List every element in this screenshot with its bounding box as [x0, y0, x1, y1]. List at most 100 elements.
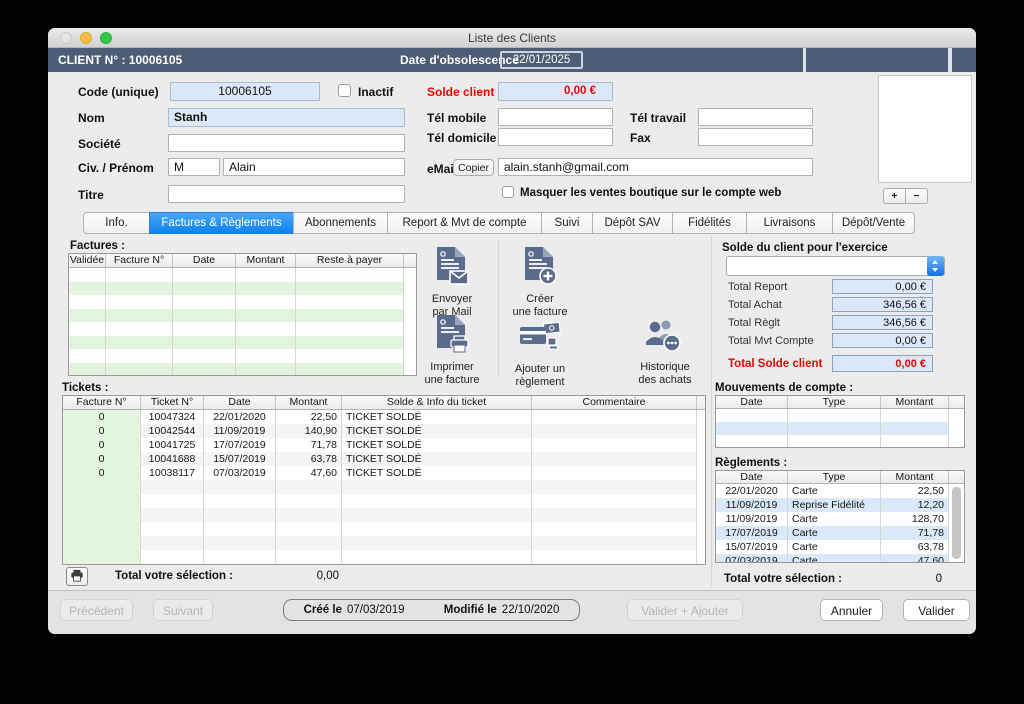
photo-add-button[interactable]: + — [883, 188, 906, 204]
valider-button[interactable]: Valider — [903, 599, 970, 621]
reglement-row[interactable]: 11/09/2019Carte128,70 — [716, 512, 964, 526]
nom-label: Nom — [78, 111, 105, 125]
header-divider — [948, 48, 952, 72]
col-facture-no[interactable]: Facture N° — [63, 396, 141, 409]
valider-ajouter-button[interactable]: Valider + Ajouter — [627, 599, 743, 621]
reglement-row[interactable]: 11/09/2019Reprise Fidélité12,20 — [716, 498, 964, 512]
col-facture-no[interactable]: Facture N° — [106, 254, 173, 267]
col-date[interactable]: Date — [204, 396, 276, 409]
ticket-row[interactable]: 01004732422/01/202022,50TICKET SOLDÉ — [63, 410, 705, 424]
table-row[interactable] — [716, 409, 964, 422]
tab-livraisons[interactable]: Livraisons — [746, 212, 833, 234]
annuler-button[interactable]: Annuler — [820, 599, 883, 621]
tab-fidelites[interactable]: Fidélités — [672, 212, 747, 234]
tickets-table[interactable]: Facture N° Ticket N° Date Montant Solde … — [62, 395, 706, 565]
masquer-checkbox[interactable] — [502, 186, 514, 198]
ticket-row[interactable]: 01004172517/07/201971,78TICKET SOLDÉ — [63, 438, 705, 452]
table-row[interactable] — [69, 309, 416, 323]
obsolescence-date-field[interactable]: 22/01/2025 — [500, 51, 583, 69]
col-montant[interactable]: Montant — [881, 471, 949, 483]
reglement-row[interactable]: 07/03/2019Carte47,60 — [716, 554, 964, 563]
prenom-field[interactable] — [223, 158, 405, 176]
created-modified-info: Créé le07/03/2019 Modifié le22/10/2020 — [283, 599, 580, 621]
tab-abonnements[interactable]: Abonnements — [293, 212, 388, 234]
add-payment-action[interactable]: Ajouter unrèglement — [492, 314, 588, 389]
table-row[interactable] — [69, 268, 416, 282]
mail-document-icon — [434, 246, 470, 286]
table-row[interactable] — [63, 508, 705, 522]
col-type[interactable]: Type — [788, 396, 881, 408]
ticket-row[interactable]: 01004168815/07/201963,78TICKET SOLDÉ — [63, 452, 705, 466]
col-montant[interactable]: Montant — [236, 254, 296, 267]
col-commentaire[interactable]: Commentaire — [532, 396, 697, 409]
tab-depot-vente[interactable]: Dépôt/Vente — [832, 212, 915, 234]
table-row[interactable] — [69, 322, 416, 336]
print-tickets-button[interactable] — [66, 567, 88, 586]
reglement-row[interactable]: 22/01/2020Carte22,50 — [716, 484, 964, 498]
reglements-table[interactable]: Date Type Montant 22/01/2020Carte22,50 1… — [715, 470, 965, 563]
tab-suivi[interactable]: Suivi — [541, 212, 593, 234]
reglement-row[interactable]: 15/07/2019Carte63,78 — [716, 540, 964, 554]
factures-table[interactable]: Validée Facture N° Date Montant Reste à … — [68, 253, 417, 376]
table-row[interactable] — [69, 336, 416, 350]
col-validee[interactable]: Validée — [69, 254, 106, 267]
col-date[interactable]: Date — [173, 254, 236, 267]
tab-report-mvt[interactable]: Report & Mvt de compte — [387, 212, 542, 234]
table-row[interactable] — [63, 522, 705, 536]
col-montant[interactable]: Montant — [276, 396, 342, 409]
titre-field[interactable] — [168, 185, 405, 203]
nom-field[interactable]: Stanh — [168, 108, 405, 127]
title-bar[interactable]: Liste des Clients — [48, 28, 976, 48]
tab-info[interactable]: Info. — [83, 212, 150, 234]
tel-travail-field[interactable] — [698, 108, 813, 126]
tab-depot-sav[interactable]: Dépôt SAV — [592, 212, 673, 234]
table-row[interactable] — [63, 494, 705, 508]
col-reste[interactable]: Reste à payer — [296, 254, 404, 267]
col-ticket-no[interactable]: Ticket N° — [141, 396, 204, 409]
col-type[interactable]: Type — [788, 471, 881, 483]
suivant-button[interactable]: Suivant — [153, 599, 213, 621]
fax-field[interactable] — [698, 128, 813, 146]
print-invoice-action[interactable]: Imprimerune facture — [404, 314, 500, 387]
scrollbar-thumb[interactable] — [952, 487, 961, 559]
table-row[interactable] — [69, 363, 416, 377]
table-row[interactable] — [63, 550, 705, 564]
table-row[interactable] — [63, 536, 705, 550]
solde-client-label: Solde client — [427, 85, 494, 99]
ticket-row[interactable]: 01004254411/09/2019140,90TICKET SOLDÉ — [63, 424, 705, 438]
total-solde-label: Total Solde client — [728, 358, 822, 370]
mouvements-table[interactable]: Date Type Montant — [715, 395, 965, 448]
col-montant[interactable]: Montant — [881, 396, 949, 408]
tab-factures-reglements[interactable]: Factures & Règlements — [149, 212, 294, 234]
table-row[interactable] — [716, 435, 964, 448]
civilite-field[interactable] — [168, 158, 220, 176]
table-row[interactable] — [69, 349, 416, 363]
col-solde-info[interactable]: Solde & Info du ticket — [342, 396, 532, 409]
tel-mobile-field[interactable] — [498, 108, 613, 126]
photo-remove-button[interactable]: − — [905, 188, 928, 204]
mouvements-title: Mouvements de compte : — [715, 382, 853, 394]
exercice-dropdown[interactable] — [726, 256, 945, 276]
code-field[interactable]: 10006105 — [170, 82, 320, 101]
societe-field[interactable] — [168, 134, 405, 152]
inactif-checkbox[interactable] — [338, 84, 351, 97]
copier-button[interactable]: Copier — [453, 159, 494, 176]
send-mail-action[interactable]: Envoyerpar Mail — [404, 246, 500, 319]
col-date[interactable]: Date — [716, 396, 788, 408]
email-field[interactable] — [498, 158, 813, 176]
masquer-label: Masquer les ventes boutique sur le compt… — [520, 187, 781, 199]
print-document-icon — [434, 314, 470, 354]
table-row[interactable] — [716, 422, 964, 435]
dropdown-stepper-icon[interactable] — [927, 256, 944, 276]
tel-domicile-field[interactable] — [498, 128, 613, 146]
code-label: Code (unique) — [78, 85, 159, 99]
reglement-row[interactable]: 17/07/2019Carte71,78 — [716, 526, 964, 540]
purchase-history-action[interactable]: Historiquedes achats — [617, 314, 713, 387]
precedent-button[interactable]: Précédent — [60, 599, 133, 621]
ticket-row[interactable]: 01003811707/03/201947,60TICKET SOLDÉ — [63, 466, 705, 480]
table-row[interactable] — [63, 480, 705, 494]
table-row[interactable] — [69, 282, 416, 296]
create-invoice-action[interactable]: Créerune facture — [492, 246, 588, 319]
col-date[interactable]: Date — [716, 471, 788, 483]
table-row[interactable] — [69, 295, 416, 309]
